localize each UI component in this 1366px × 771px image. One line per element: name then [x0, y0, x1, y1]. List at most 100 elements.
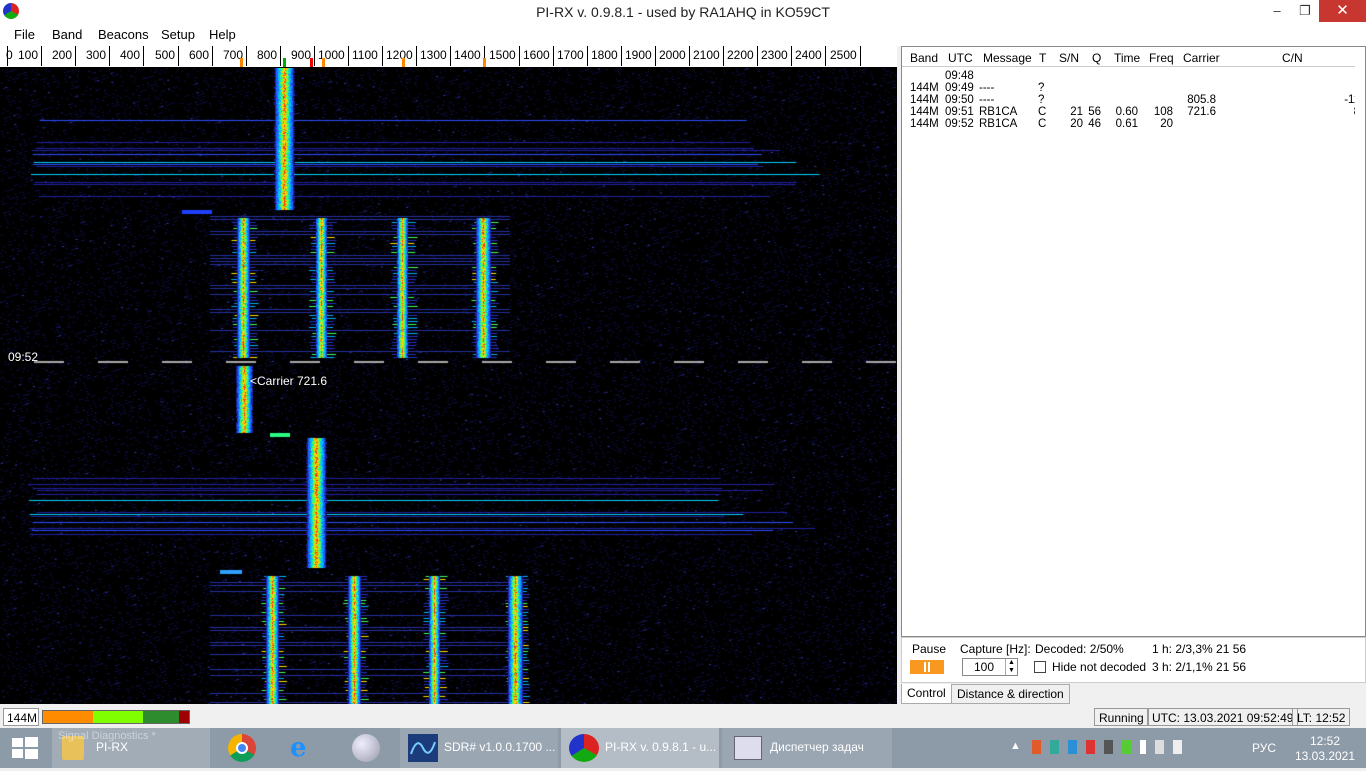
menu-band[interactable]: Band	[52, 27, 82, 42]
cell-t: ?	[1038, 94, 1045, 106]
tray-expand-icon[interactable]: ▲	[1010, 740, 1021, 752]
cell-t: C	[1038, 118, 1047, 130]
menu-setup[interactable]: Setup	[161, 27, 195, 42]
cell-utc: 09:51	[945, 106, 974, 118]
ruler-marker	[240, 58, 243, 67]
ruler-marker	[283, 58, 286, 67]
menu-beacons[interactable]: Beacons	[98, 27, 149, 42]
meter-segment	[93, 711, 143, 723]
time-marker: 09:52	[8, 350, 39, 364]
tab-control[interactable]: Control	[901, 684, 952, 704]
menu-help[interactable]: Help	[209, 27, 236, 42]
taskbar-item-sdr[interactable]: SDR# v1.0.0.1700 ...	[400, 728, 558, 768]
local-time: LT: 12:52	[1292, 708, 1351, 726]
col-t[interactable]: T	[1039, 51, 1046, 65]
ruler-tick-label: 2300	[761, 48, 788, 62]
col-cn[interactable]: C/N	[1282, 51, 1303, 65]
taskbar-label: Диспетчер задач	[770, 740, 864, 754]
taskbar-item-globe[interactable]	[336, 728, 396, 768]
clock-date: 13.03.2021	[1294, 749, 1356, 763]
tray-green-icon[interactable]	[1121, 740, 1131, 754]
window-title: PI-RX v. 0.9.8.1 - used by RA1AHQ in KO5…	[536, 4, 830, 20]
vertical-scrollbar[interactable]	[1355, 47, 1365, 636]
col-time[interactable]: Time	[1114, 51, 1140, 65]
tray-network-icon[interactable]	[1085, 740, 1095, 754]
language-indicator[interactable]: РУС	[1252, 741, 1276, 755]
ruler-marker	[402, 58, 405, 67]
table-row[interactable]: 144M 09:51 RB1CA C 21 56 0.60 108 721.6 8	[902, 106, 1360, 118]
ruler-tick-line	[280, 46, 281, 66]
tray-battery-icon[interactable]	[1139, 740, 1147, 754]
table-row[interactable]: 144M 09:50 ----? 805.8 -11	[902, 94, 1360, 106]
title-bar: PI-RX v. 0.9.8.1 - used by RA1AHQ in KO5…	[0, 0, 1366, 24]
col-carrier[interactable]: Carrier	[1183, 51, 1220, 65]
ruler-tick-label: 200	[52, 48, 73, 62]
pause-icon	[924, 662, 930, 672]
close-button[interactable]: ✕	[1319, 0, 1366, 22]
start-button[interactable]	[0, 728, 50, 768]
capture-spinner[interactable]: ▲ ▼	[1005, 659, 1017, 675]
status-bar: 144M Running UTC: 13.03.2021 09:52:49 LT…	[0, 706, 1366, 728]
ruler-tick-line	[689, 46, 690, 66]
hide-not-decoded-label[interactable]: Hide not decoded	[1052, 660, 1146, 674]
ruler-tick-label: 1300	[420, 48, 447, 62]
taskbar-item-pirx-folder[interactable]: Signal Diagnostics * PI-RX	[52, 728, 210, 768]
taskbar-item-ie[interactable]: e	[274, 728, 334, 768]
cell-band: 144M	[910, 82, 939, 94]
ie-icon: e	[290, 733, 307, 763]
tray-display-icon[interactable]	[1103, 740, 1113, 754]
ruler-tick-line	[450, 46, 451, 66]
ruler-tick-line	[416, 46, 417, 66]
ruler-tick-line	[212, 46, 213, 66]
taskbar-item-pirx[interactable]: PI-RX v. 0.9.8.1 - u...	[561, 728, 719, 768]
capture-label: Capture [Hz]:	[960, 642, 1031, 656]
cell-cn: -11	[1344, 94, 1360, 106]
col-sn[interactable]: S/N	[1059, 51, 1079, 65]
ruler-tick-line	[143, 46, 144, 66]
tray-clock[interactable]: 12:52 13.03.2021	[1290, 734, 1360, 764]
table-row[interactable]: 144M 09:49 ----?	[902, 82, 1352, 94]
ruler-tick-label: 2500	[830, 48, 857, 62]
ruler-tick-label: 2200	[727, 48, 754, 62]
col-q[interactable]: Q	[1092, 51, 1101, 65]
col-message[interactable]: Message	[983, 51, 1032, 65]
ruler-tick-label: 1400	[454, 48, 481, 62]
ruler-marker	[483, 58, 486, 67]
ruler-tick-line	[519, 46, 520, 66]
ruler-tick-label: 1800	[591, 48, 618, 62]
ruler-tick-line	[757, 46, 758, 66]
col-band[interactable]: Band	[910, 51, 938, 65]
meter-segment	[143, 711, 179, 723]
waterfall-spectrogram[interactable]	[0, 68, 897, 704]
col-utc[interactable]: UTC	[948, 51, 973, 65]
ruler-marker	[310, 58, 313, 67]
meter-segment	[43, 711, 93, 723]
tray-shield-icon[interactable]	[1049, 740, 1059, 754]
ruler-tick-label: 1200	[386, 48, 413, 62]
ruler-tick-line	[178, 46, 179, 66]
tray-wifi-icon[interactable]	[1155, 740, 1165, 754]
cell-carrier: 805.8	[1187, 94, 1216, 106]
table-row[interactable]: 144M 09:52 RB1CA C 20 46 0.61 20	[902, 118, 1352, 130]
taskbar-item-taskmgr[interactable]: Диспетчер задач	[722, 728, 892, 768]
tray-app-icon[interactable]	[1067, 740, 1077, 754]
pause-button[interactable]	[910, 660, 944, 674]
minimize-button[interactable]: –	[1262, 0, 1292, 22]
maximize-button[interactable]: ❐	[1290, 0, 1320, 22]
ruler-tick-line	[655, 46, 656, 66]
ruler-tick-line	[41, 46, 42, 66]
tab-distance-direction[interactable]: Distance & direction	[951, 684, 1070, 704]
taskbar-label: PI-RX	[96, 740, 129, 754]
hide-not-decoded-checkbox[interactable]	[1034, 661, 1046, 673]
menu-file[interactable]: File	[14, 27, 35, 42]
ruler-tick-label: 400	[120, 48, 141, 62]
taskbar: Signal Diagnostics * PI-RX e SDR# v1.0.0…	[0, 728, 1366, 768]
capture-hz-input[interactable]: 100 ▲ ▼	[962, 658, 1018, 676]
tray-speaker-icon[interactable]	[1032, 740, 1041, 754]
table-row[interactable]: 09:48	[902, 70, 1352, 82]
ruler-tick-line	[246, 46, 247, 66]
tray-volume-icon[interactable]	[1173, 740, 1183, 754]
col-freq[interactable]: Freq	[1149, 51, 1174, 65]
waterfall-display[interactable]: 0 100 200 300 400 500 600 700 800 900 1000 1100 1200…	[0, 46, 897, 704]
taskbar-item-chrome[interactable]	[212, 728, 272, 768]
